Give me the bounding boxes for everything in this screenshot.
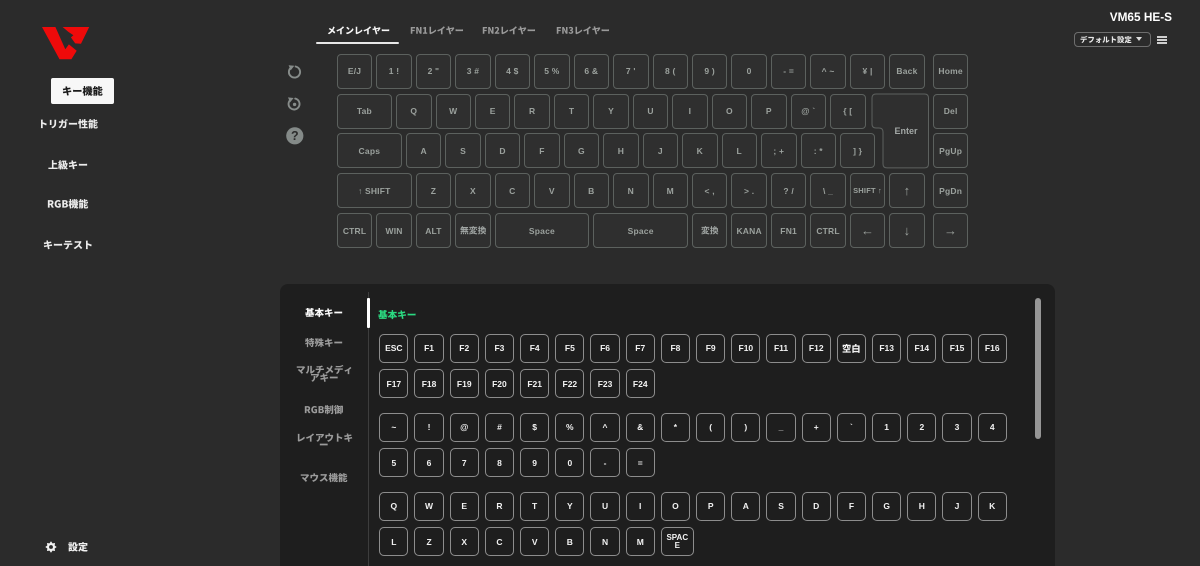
svg-text:Enter: Enter xyxy=(894,126,918,136)
svg-text:?: ? xyxy=(291,129,299,143)
